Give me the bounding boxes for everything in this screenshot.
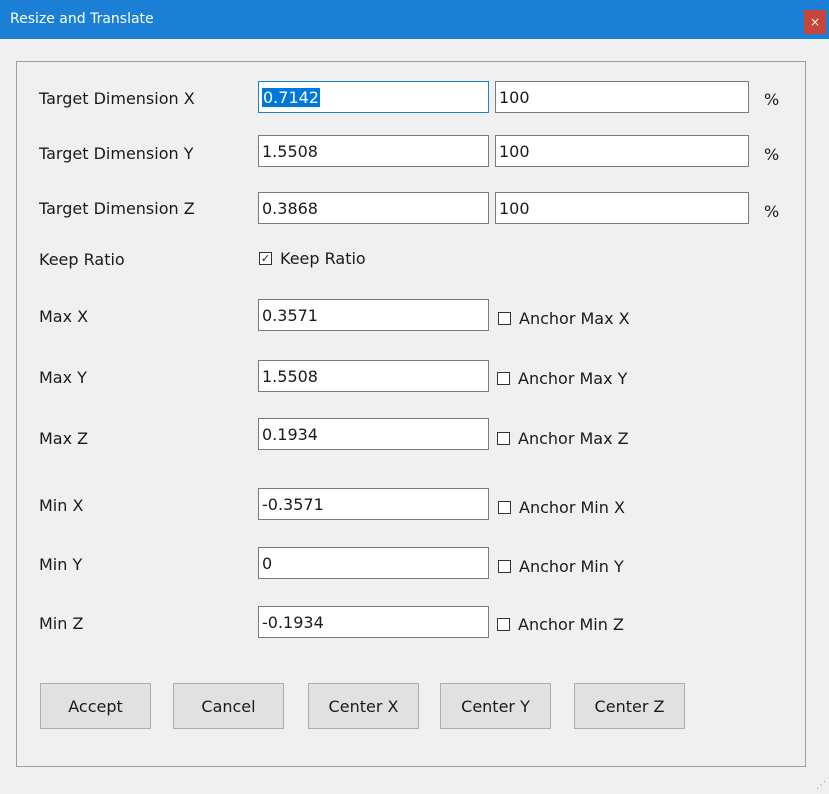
- close-button[interactable]: ×: [804, 10, 826, 34]
- target-dimension-y-label: Target Dimension Y: [39, 144, 194, 163]
- title-bar[interactable]: Resize and Translate ×: [0, 0, 829, 39]
- anchor-max-y-label: Anchor Max Y: [518, 369, 628, 388]
- max-x-input[interactable]: 0.3571: [258, 299, 489, 331]
- min-x-label: Min X: [39, 496, 84, 515]
- max-z-input[interactable]: 0.1934: [258, 418, 489, 450]
- max-y-label: Max Y: [39, 368, 87, 387]
- checkbox-checked-icon: ✓: [259, 252, 272, 265]
- anchor-max-y-checkbox[interactable]: Anchor Max Y: [497, 369, 627, 388]
- anchor-min-z-checkbox[interactable]: Anchor Min Z: [497, 615, 624, 634]
- min-y-label: Min Y: [39, 555, 83, 574]
- max-z-label: Max Z: [39, 429, 89, 448]
- target-dimension-y-percent-input[interactable]: 100: [495, 135, 749, 167]
- anchor-min-y-checkbox[interactable]: Anchor Min Y: [498, 557, 624, 576]
- anchor-max-x-label: Anchor Max X: [519, 309, 630, 328]
- cancel-button[interactable]: Cancel: [173, 683, 284, 729]
- checkbox-icon: [497, 372, 510, 385]
- anchor-max-z-checkbox[interactable]: Anchor Max Z: [497, 429, 629, 448]
- keep-ratio-checkbox[interactable]: ✓ Keep Ratio: [259, 249, 366, 268]
- checkbox-icon: [497, 432, 510, 445]
- checkbox-icon: [497, 618, 510, 631]
- window-title: Resize and Translate: [10, 11, 154, 27]
- anchor-max-x-checkbox[interactable]: Anchor Max X: [498, 309, 630, 328]
- max-x-label: Max X: [39, 307, 89, 326]
- center-z-button[interactable]: Center Z: [574, 683, 685, 729]
- percent-unit-x: %: [764, 90, 780, 109]
- keep-ratio-checkbox-label: Keep Ratio: [280, 249, 366, 268]
- center-x-button[interactable]: Center X: [308, 683, 419, 729]
- min-y-input[interactable]: 0: [258, 547, 489, 579]
- accept-button[interactable]: Accept: [40, 683, 151, 729]
- center-y-button[interactable]: Center Y: [440, 683, 551, 729]
- percent-unit-y: %: [764, 145, 780, 164]
- min-z-input[interactable]: -0.1934: [258, 606, 489, 638]
- anchor-min-y-label: Anchor Min Y: [519, 557, 624, 576]
- target-dimension-z-percent-input[interactable]: 100: [495, 192, 749, 224]
- keep-ratio-label: Keep Ratio: [39, 250, 125, 269]
- anchor-max-z-label: Anchor Max Z: [518, 429, 629, 448]
- target-dimension-x-percent-input[interactable]: 100: [495, 81, 749, 113]
- target-dimension-y-input[interactable]: 1.5508: [258, 135, 489, 167]
- target-dimension-x-input[interactable]: 0.7142: [258, 81, 489, 113]
- target-dimension-z-label: Target Dimension Z: [39, 199, 195, 218]
- anchor-min-x-checkbox[interactable]: Anchor Min X: [498, 498, 625, 517]
- min-z-label: Min Z: [39, 614, 84, 633]
- max-y-input[interactable]: 1.5508: [258, 360, 489, 392]
- checkbox-icon: [498, 560, 511, 573]
- target-dimension-z-input[interactable]: 0.3868: [258, 192, 489, 224]
- min-x-input[interactable]: -0.3571: [258, 488, 489, 520]
- checkbox-icon: [498, 501, 511, 514]
- checkbox-icon: [498, 312, 511, 325]
- percent-unit-z: %: [764, 202, 780, 221]
- anchor-min-z-label: Anchor Min Z: [518, 615, 624, 634]
- resize-grip-icon[interactable]: ⋰: [816, 781, 826, 791]
- anchor-min-x-label: Anchor Min X: [519, 498, 625, 517]
- close-icon: ×: [809, 15, 821, 29]
- target-dimension-x-label: Target Dimension X: [39, 89, 195, 108]
